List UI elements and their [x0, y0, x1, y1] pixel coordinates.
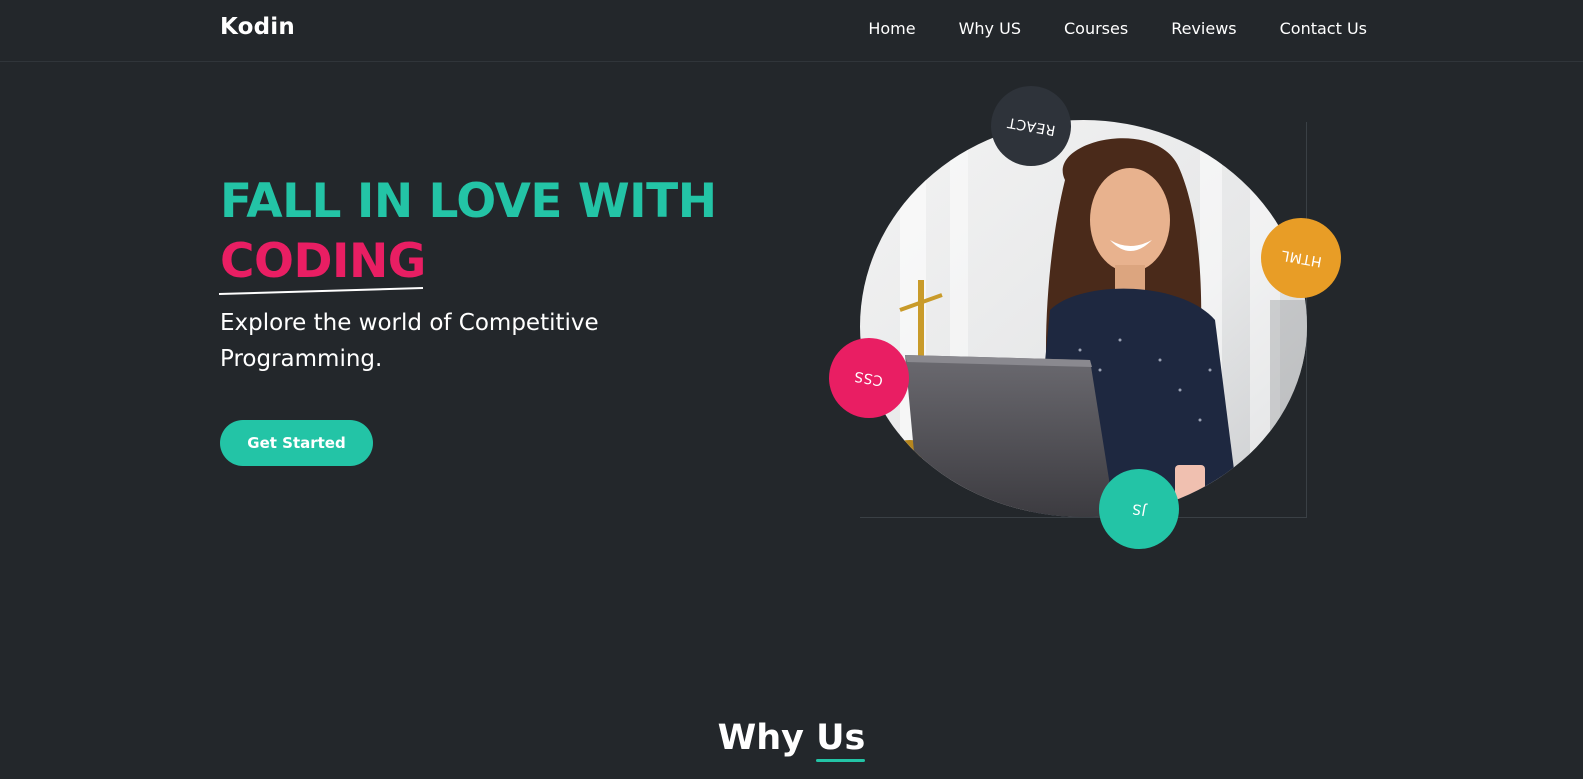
html-badge-label: HTML: [1279, 246, 1323, 270]
react-badge: REACT: [991, 86, 1071, 166]
hero-title-accent: CODING: [218, 232, 426, 295]
why-us-heading-accent: Us: [816, 718, 866, 762]
nav-home[interactable]: Home: [868, 19, 915, 38]
main-nav: Home Why US Courses Reviews Contact Us: [825, 19, 1367, 38]
hero-title-line1: FALL IN LOVE WITH: [220, 174, 717, 229]
why-us-heading: Why Us: [0, 718, 1583, 762]
hero-title-line2: CODING: [220, 234, 426, 289]
site-header: Kodin Home Why US Courses Reviews Contac…: [0, 0, 1583, 62]
nav-why-us[interactable]: Why US: [959, 19, 1021, 38]
hero-photo: [860, 120, 1307, 517]
frame-line-horizontal: [860, 517, 1307, 518]
hero-photo-illustration: [860, 120, 1307, 517]
logo[interactable]: Kodin: [220, 14, 295, 40]
hero-visual: REACT HTML CSS JS: [810, 80, 1350, 560]
get-started-button[interactable]: Get Started: [220, 420, 373, 466]
why-us-heading-part1: Why: [717, 718, 817, 758]
hero-title: FALL IN LOVE WITH CODING: [218, 172, 717, 295]
why-us-heading-part2: Us: [816, 718, 866, 758]
nav-courses[interactable]: Courses: [1064, 19, 1128, 38]
title-underline-stroke: [218, 287, 424, 295]
css-badge: CSS: [829, 338, 909, 418]
nav-contact-us[interactable]: Contact Us: [1280, 19, 1367, 38]
html-badge: HTML: [1261, 218, 1341, 298]
css-badge-label: CSS: [853, 367, 885, 389]
nav-reviews[interactable]: Reviews: [1171, 19, 1236, 38]
js-badge: JS: [1099, 469, 1179, 549]
react-badge-label: REACT: [1005, 113, 1057, 139]
hero-subtitle: Explore the world of Competitive Program…: [220, 310, 599, 372]
why-us-underline: [816, 759, 866, 762]
js-badge-label: JS: [1130, 499, 1148, 519]
